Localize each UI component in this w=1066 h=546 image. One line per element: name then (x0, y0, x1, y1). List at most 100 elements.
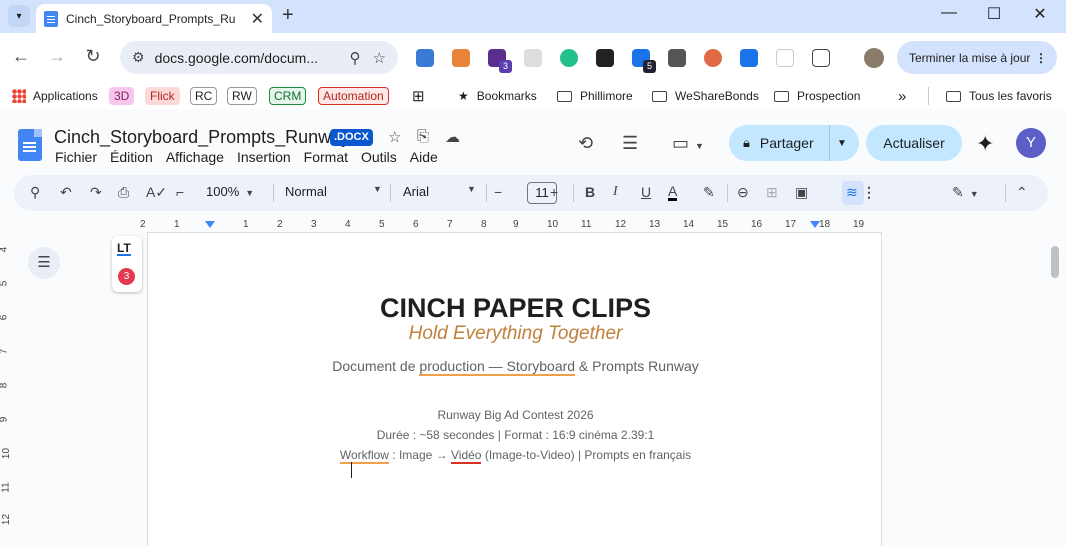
actualiser-button[interactable]: Actualiser (866, 125, 962, 161)
editing-mode-pencil-icon[interactable]: ✎ ▼ (952, 184, 979, 201)
spelling-suggestion[interactable]: Workflow (339, 448, 389, 464)
back-button[interactable]: ← (10, 46, 32, 67)
new-tab-button[interactable]: + (282, 4, 294, 27)
extension-bot-icon[interactable] (668, 49, 686, 67)
bookmark-crm[interactable]: CRM (269, 87, 307, 105)
highlight-pen-icon[interactable]: ✎ (703, 184, 715, 201)
gemini-icon[interactable]: ✦ (976, 131, 994, 157)
bookmark-all-favorites[interactable]: Tous les favoris (946, 87, 1052, 105)
undo-icon[interactable]: ↶ (60, 184, 72, 201)
account-avatar[interactable]: Y (1016, 128, 1046, 158)
bookmark-phillimore[interactable]: Phillimore (557, 87, 633, 105)
move-folder-icon[interactable]: ⎘ (417, 128, 429, 145)
ruler-tick: 11 (581, 219, 592, 230)
spellcheck-icon[interactable]: A✓ (146, 184, 167, 201)
left-indent-marker[interactable] (205, 221, 215, 228)
address-bar[interactable]: ⚙ docs.google.com/docum... ⚲ ☆ (120, 41, 398, 74)
extensions-puzzle-icon[interactable] (812, 49, 830, 67)
horizontal-ruler[interactable]: 2 1 1 2 3 4 5 6 7 8 9 10 11 12 13 14 15 … (140, 218, 882, 232)
underline-button[interactable]: U (641, 184, 651, 200)
link-icon[interactable]: ⊖ (737, 184, 749, 201)
italic-button[interactable]: I (613, 184, 618, 200)
bookmark-rc[interactable]: RC (190, 87, 218, 105)
bookmark-bookmarks[interactable]: ★ Bookmarks (458, 87, 537, 105)
document-outline-button[interactable]: ☰ (28, 247, 60, 279)
languagetool-panel[interactable]: LT 3 (112, 236, 142, 292)
bookmark-star-icon[interactable]: ☆ (373, 49, 386, 67)
menu-format[interactable]: Format (304, 149, 348, 165)
bookmark-prospection[interactable]: Prospection (774, 87, 860, 105)
window-close-button[interactable]: ✕ (1017, 4, 1063, 24)
bookmark-automation[interactable]: Automation (318, 87, 389, 105)
menu-outils[interactable]: Outils (361, 149, 397, 165)
redo-icon[interactable]: ↷ (90, 184, 102, 201)
font-select[interactable]: Arial ▼ (403, 184, 476, 199)
spelling-error[interactable]: Vidéo (451, 448, 482, 464)
extension-s-icon[interactable] (416, 49, 434, 67)
folder-icon (557, 90, 572, 102)
menu-aide[interactable]: Aide (410, 149, 438, 165)
more-icon[interactable]: ⋮ (1035, 51, 1047, 65)
insert-image-icon[interactable]: ▣ (795, 184, 808, 201)
bookmark-applications[interactable]: Applications (12, 87, 98, 105)
vertical-ruler[interactable]: 4 5 6 7 8 9 10 11 12 (0, 232, 14, 546)
menu-affichage[interactable]: Affichage (166, 149, 224, 165)
tab-search-button[interactable]: ▾ (8, 5, 30, 27)
bold-button[interactable]: B (585, 184, 595, 200)
bookmarks-overflow-button[interactable]: » (898, 87, 906, 105)
spelling-suggestion[interactable]: production — Storyboard (419, 358, 576, 376)
bookmark-rw[interactable]: RW (227, 87, 257, 105)
increase-font-size-icon[interactable]: + (550, 184, 558, 200)
document-title[interactable]: Cinch_Storyboard_Prompts_Runway (54, 127, 350, 148)
minimize-button[interactable]: — (926, 4, 972, 22)
google-docs-logo-icon[interactable] (18, 129, 42, 161)
profile-avatar[interactable] (864, 48, 884, 68)
document-page[interactable]: CINCH PAPER CLIPS Hold Everything Togeth… (147, 232, 882, 546)
ruler-tick: 5 (379, 219, 385, 230)
comments-icon[interactable]: ☰ (622, 133, 638, 154)
ruler-tick: 18 (819, 219, 831, 230)
languagetool-error-count[interactable]: 3 (118, 268, 135, 285)
search-icon[interactable]: ⚲ (30, 184, 40, 201)
bookmark-wesharebonds[interactable]: WeShareBonds (652, 87, 759, 105)
bookmark-flick[interactable]: Flick (145, 87, 180, 105)
star-icon[interactable]: ☆ (388, 128, 401, 146)
menu-fichier[interactable]: Fichier (55, 149, 97, 165)
extension-notion-icon[interactable] (596, 49, 614, 67)
extension-languagetool-icon[interactable] (776, 49, 794, 67)
menu-insertion[interactable]: Insertion (237, 149, 291, 165)
add-comment-icon[interactable]: ⊞ (766, 184, 778, 201)
extension-gray-icon[interactable] (524, 49, 542, 67)
site-info-icon[interactable]: ⚙ (132, 49, 145, 66)
more-options-icon[interactable]: ⋮ (862, 184, 876, 201)
version-history-icon[interactable]: ⟲ (578, 133, 593, 154)
forward-button[interactable]: → (46, 46, 68, 67)
text-color-button[interactable]: A (668, 184, 678, 201)
chevron-down-icon[interactable]: ▼ (837, 138, 847, 149)
extension-gear-icon[interactable] (740, 49, 758, 67)
meet-video-icon[interactable]: ▭ ▼ (672, 133, 704, 154)
style-select[interactable]: Normal ▼ (285, 184, 382, 199)
reload-button[interactable]: ↻ (82, 46, 104, 67)
extension-grammarly-icon[interactable] (560, 49, 578, 67)
menu-edition[interactable]: Édition (110, 149, 153, 165)
print-icon[interactable]: ⎙ (118, 184, 129, 201)
extension-chess-icon[interactable] (452, 49, 470, 67)
update-button[interactable]: Terminer la mise à jour ⋮ (897, 41, 1057, 74)
paint-format-icon[interactable]: ⌐ (176, 184, 184, 200)
extension-asterisk-icon[interactable] (704, 49, 722, 67)
bookmark-3d[interactable]: 3D (109, 87, 135, 105)
extension-blue-icon[interactable]: 5 (632, 49, 656, 73)
collapse-menus-icon[interactable]: ⌃ (1016, 184, 1028, 201)
tab-groups-icon[interactable]: ⊞ (412, 87, 425, 105)
active-tab[interactable]: Cinch_Storyboard_Prompts_Runway ✕ (36, 4, 272, 33)
close-icon[interactable]: ✕ (251, 9, 264, 29)
vertical-scrollbar[interactable] (1051, 246, 1059, 278)
zoom-select[interactable]: 100% ▼ (206, 184, 254, 199)
zoom-icon[interactable]: ⚲ (350, 49, 361, 67)
decrease-font-size-icon[interactable]: − (494, 184, 502, 200)
cloud-status-icon[interactable]: ☁ (445, 128, 460, 146)
maximize-button[interactable]: ☐ (971, 4, 1017, 24)
share-button[interactable]: 🔒︎ Partager ▼ (729, 125, 859, 161)
extension-purple-icon[interactable]: 3 (488, 49, 512, 73)
